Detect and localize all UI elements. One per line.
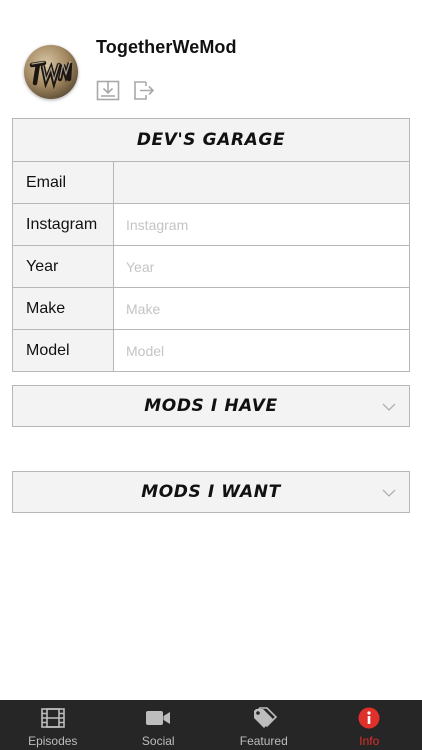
logout-icon[interactable] bbox=[132, 78, 156, 102]
tab-label: Episodes bbox=[28, 734, 78, 748]
garage-card: DEV'S GARAGE Email Instagram Year Make M… bbox=[12, 118, 410, 372]
video-camera-icon bbox=[145, 707, 171, 729]
tab-bar: Episodes Social Featured Info bbox=[0, 700, 422, 750]
instagram-field-wrap bbox=[114, 204, 409, 245]
field-label: Model bbox=[13, 330, 114, 371]
year-field-wrap bbox=[114, 246, 409, 287]
film-icon bbox=[40, 707, 66, 729]
make-input[interactable] bbox=[126, 300, 409, 317]
tab-label: Info bbox=[359, 734, 380, 748]
mods-i-want-title: MODS I WANT bbox=[141, 482, 281, 502]
field-label: Instagram bbox=[13, 204, 114, 245]
profile-header: TogetherWeMod bbox=[0, 0, 422, 112]
twm-logo-avatar bbox=[29, 60, 73, 90]
make-field-wrap bbox=[114, 288, 409, 329]
info-icon bbox=[356, 707, 382, 729]
tab-label: Featured bbox=[239, 734, 288, 748]
model-field-wrap bbox=[114, 330, 409, 371]
mods-i-have-title: MODS I HAVE bbox=[144, 396, 278, 416]
field-row-make: Make bbox=[13, 287, 409, 329]
field-label: Email bbox=[13, 162, 114, 203]
tab-label: Social bbox=[141, 734, 175, 748]
model-input[interactable] bbox=[126, 342, 409, 359]
tab-featured[interactable]: Featured bbox=[211, 700, 317, 750]
avatar[interactable] bbox=[24, 45, 78, 99]
field-label: Make bbox=[13, 288, 114, 329]
garage-title: DEV'S GARAGE bbox=[136, 130, 286, 150]
chevron-down-icon bbox=[382, 489, 396, 497]
field-row-model: Model bbox=[13, 329, 409, 371]
field-label: Year bbox=[13, 246, 114, 287]
tags-icon bbox=[251, 707, 277, 729]
mods-i-want-section[interactable]: MODS I WANT bbox=[12, 471, 410, 513]
field-row-email: Email bbox=[13, 161, 409, 203]
tab-info[interactable]: Info bbox=[317, 700, 422, 750]
field-row-year: Year bbox=[13, 245, 409, 287]
field-row-instagram: Instagram bbox=[13, 203, 409, 245]
tab-social[interactable]: Social bbox=[106, 700, 212, 750]
email-field[interactable] bbox=[114, 162, 409, 203]
year-input[interactable] bbox=[126, 258, 409, 275]
mods-i-have-section[interactable]: MODS I HAVE bbox=[12, 385, 410, 427]
tab-episodes[interactable]: Episodes bbox=[0, 700, 106, 750]
instagram-input[interactable] bbox=[126, 216, 409, 233]
chevron-down-icon bbox=[382, 403, 396, 411]
download-icon[interactable] bbox=[96, 78, 120, 102]
profile-username: TogetherWeMod bbox=[96, 37, 237, 57]
